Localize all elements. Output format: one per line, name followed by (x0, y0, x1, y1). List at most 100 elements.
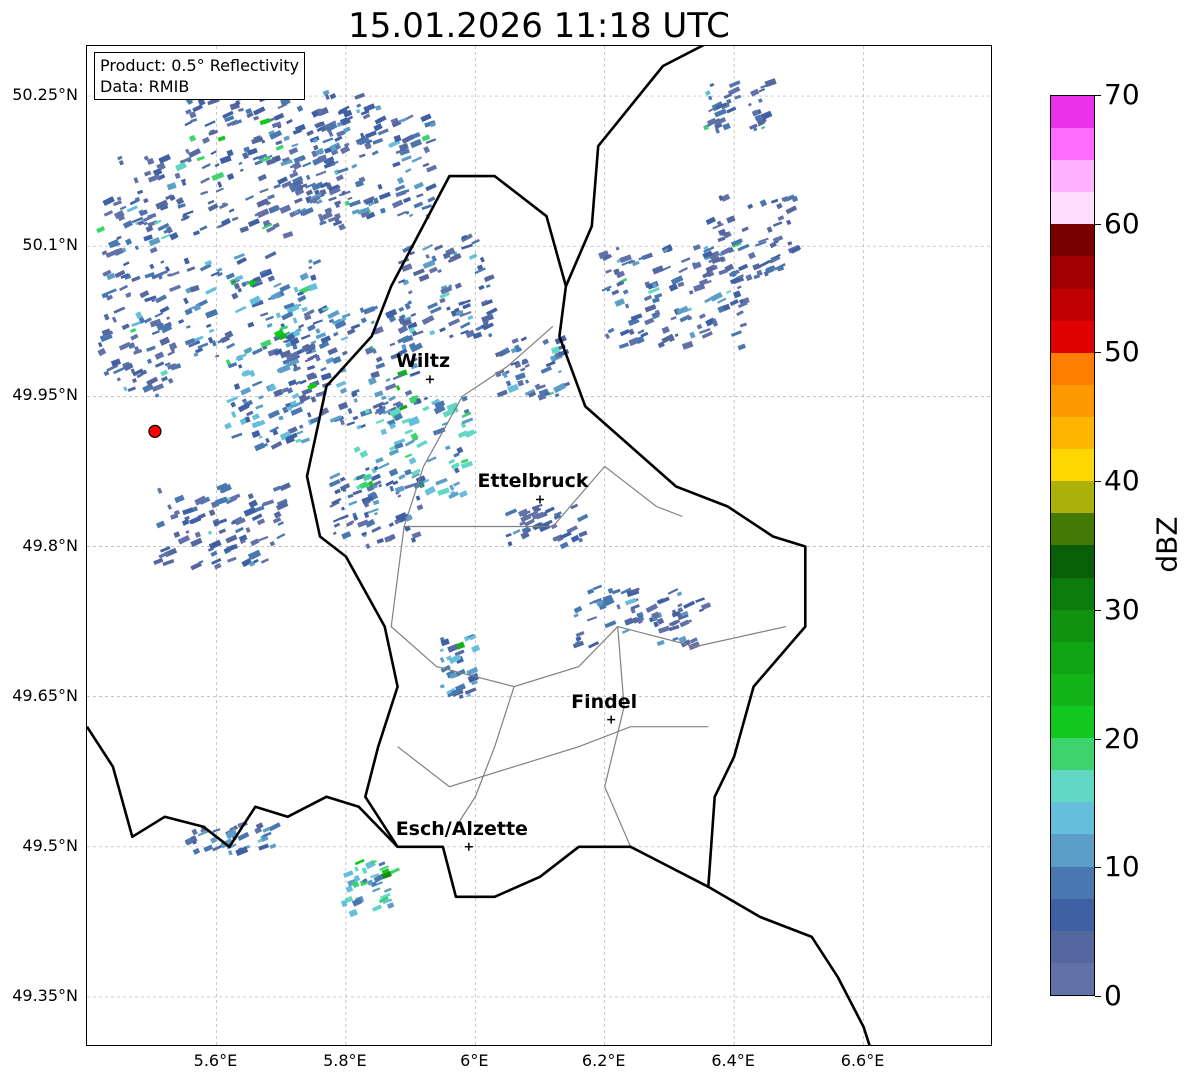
reflectivity-pixel (351, 163, 358, 169)
reflectivity-pixel (352, 415, 359, 421)
reflectivity-pixel (348, 500, 358, 506)
reflectivity-pixel (332, 356, 342, 365)
reflectivity-pixel (205, 286, 217, 295)
reflectivity-pixel (139, 290, 150, 299)
reflectivity-pixel (225, 534, 238, 544)
reflectivity-pixel (592, 584, 603, 591)
reflectivity-pixel (355, 108, 361, 114)
reflectivity-pixel (404, 389, 413, 396)
reflectivity-pixel (320, 366, 327, 372)
reflectivity-pixel (117, 155, 123, 161)
reflectivity-pixel (364, 466, 370, 472)
reflectivity-pixel (341, 531, 352, 540)
reflectivity-pixel (250, 538, 260, 547)
reflectivity-pixel (218, 528, 227, 535)
reflectivity-pixel (388, 468, 399, 477)
reflectivity-pixel (204, 120, 216, 127)
reflectivity-pixel (394, 184, 406, 192)
colorbar-tick-label: 70 (1104, 78, 1140, 111)
reflectivity-pixel (143, 170, 152, 177)
reflectivity-pixel (196, 155, 205, 162)
reflectivity-pixel (723, 93, 732, 99)
reflectivity-pixel (736, 310, 744, 317)
colorbar-segment (1051, 962, 1094, 995)
reflectivity-pixel (344, 200, 350, 206)
reflectivity-pixel (356, 424, 362, 430)
reflectivity-pixel (392, 373, 403, 381)
reflectivity-pixel (413, 201, 424, 209)
reflectivity-pixel (160, 270, 168, 276)
reflectivity-pixel (238, 161, 243, 166)
reflectivity-pixel (277, 521, 284, 527)
colorbar-tick (1095, 481, 1101, 483)
reflectivity-pixel (212, 844, 223, 852)
reflectivity-pixel (183, 257, 190, 265)
reflectivity-pixel (785, 205, 798, 215)
reflectivity-pixel (219, 155, 232, 165)
reflectivity-pixel (273, 183, 281, 189)
reflectivity-pixel (413, 181, 424, 190)
reflectivity-pixel (385, 377, 391, 383)
reflectivity-pixel (363, 103, 376, 113)
reflectivity-pixel (641, 252, 653, 261)
reflectivity-pixel (268, 822, 281, 832)
colorbar-segment (1051, 288, 1094, 321)
reflectivity-pixel (586, 616, 598, 622)
reflectivity-pixel (199, 225, 208, 232)
map-title: 15.01.2026 11:18 UTC (348, 6, 730, 46)
reflectivity-pixel (354, 92, 366, 100)
reflectivity-pixel (644, 317, 655, 326)
reflectivity-pixel (313, 144, 319, 151)
country-border (305, 174, 807, 887)
reflectivity-pixel (339, 476, 346, 482)
reflectivity-pixel (240, 386, 252, 396)
reflectivity-pixel (371, 150, 379, 156)
reflectivity-pixel (375, 418, 385, 424)
reflectivity-pixel (246, 410, 254, 417)
reflectivity-pixel (297, 294, 307, 303)
reflectivity-pixel (133, 177, 139, 184)
reflectivity-pixel (760, 83, 769, 89)
reflectivity-pixel (265, 437, 270, 444)
reflectivity-pixel (737, 343, 746, 351)
reflectivity-pixel (188, 516, 201, 525)
reflectivity-pixel (343, 870, 354, 878)
reflectivity-pixel (192, 230, 200, 236)
reflectivity-pixel (292, 317, 298, 324)
reflectivity-pixel (356, 103, 362, 108)
reflectivity-pixel (667, 588, 679, 595)
reflectivity-pixel (155, 520, 166, 529)
reflectivity-pixel (693, 283, 706, 292)
reflectivity-pixel (439, 684, 445, 689)
reflectivity-pixel (776, 202, 783, 210)
reflectivity-pixel (245, 527, 251, 533)
reflectivity-pixel (363, 306, 376, 315)
city-marker (425, 375, 434, 384)
reflectivity-pixel (410, 312, 417, 318)
reflectivity-pixel (211, 171, 225, 181)
reflectivity-pixel (189, 284, 200, 293)
reflectivity-pixel (328, 478, 341, 488)
reflectivity-pixel (312, 319, 323, 325)
reflectivity-pixel (275, 144, 284, 151)
reflectivity-pixel (361, 867, 368, 875)
reflectivity-pixel (488, 333, 493, 338)
reflectivity-pixel (479, 256, 485, 263)
reflectivity-pixel (129, 328, 137, 333)
reflectivity-pixel (404, 429, 414, 435)
reflectivity-pixel (745, 274, 753, 282)
lat-tick-label: 50.25°N (12, 85, 78, 105)
reflectivity-pixel (267, 409, 281, 419)
district-border (604, 626, 632, 848)
reflectivity-pixel (103, 313, 110, 321)
radar-map-panel (86, 45, 992, 1046)
reflectivity-pixel (524, 363, 530, 368)
reflectivity-cell (289, 113, 438, 220)
lon-tick-label: 6.2°E (581, 1051, 626, 1070)
reflectivity-pixel (402, 196, 412, 204)
reflectivity-pixel (157, 487, 163, 494)
reflectivity-pixel (151, 383, 165, 392)
reflectivity-pixel (448, 318, 461, 327)
reflectivity-pixel (208, 328, 215, 333)
reflectivity-pixel (696, 323, 703, 330)
